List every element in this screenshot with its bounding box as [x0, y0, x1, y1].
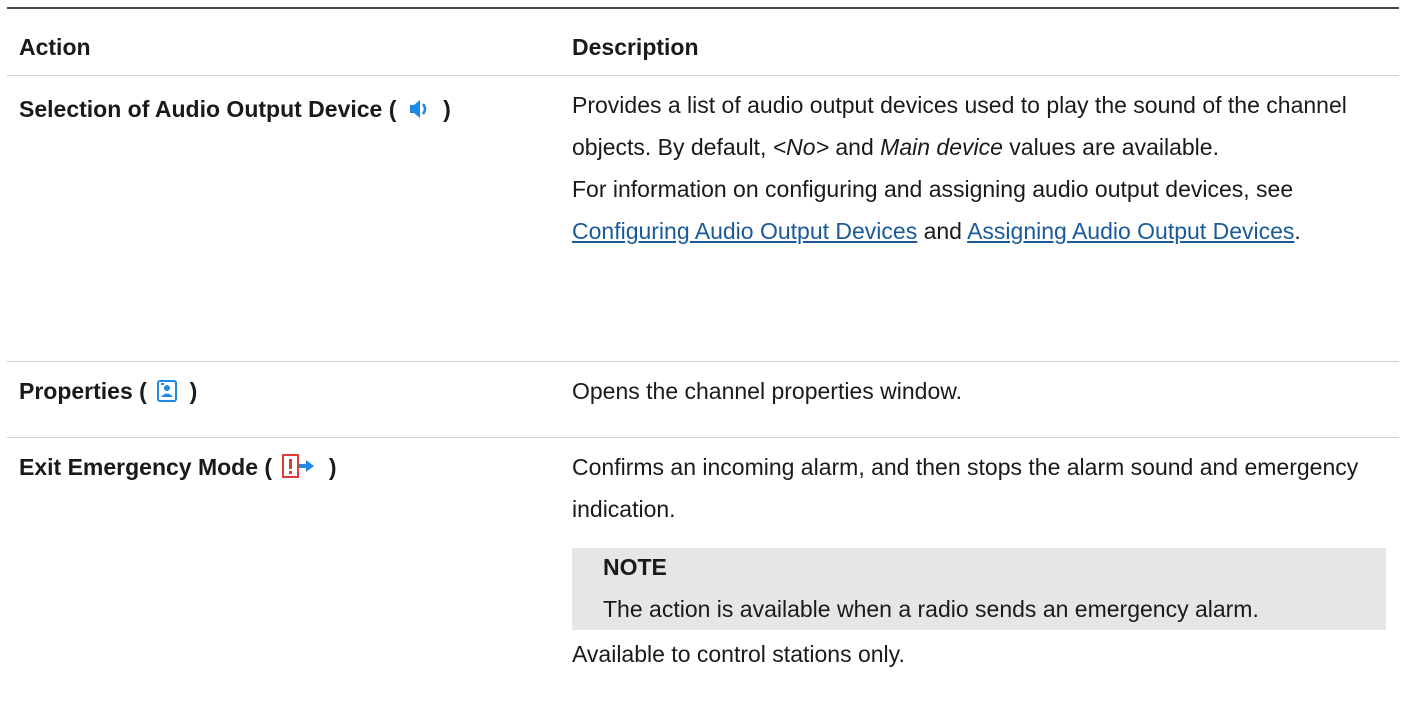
row-divider [7, 361, 1399, 362]
note-title: NOTE [603, 554, 667, 580]
note-box: NOTE The action is available when a radi… [572, 548, 1386, 630]
desc-text: . [1294, 218, 1301, 244]
header-divider [7, 75, 1399, 76]
action-audio-output-label: Selection of Audio Output Device ( [19, 96, 397, 122]
row-divider [7, 437, 1399, 438]
properties-icon [157, 380, 178, 408]
desc-text: For information on configuring and assig… [572, 176, 1294, 202]
header-action: Action [19, 34, 91, 60]
desc-text: values are available. [1002, 134, 1219, 160]
action-properties: Properties ( ) [19, 377, 559, 408]
note-text: The action is available when a radio sen… [603, 596, 1259, 622]
desc-audio-output-p1: Provides a list of audio output devices … [572, 84, 1392, 168]
desc-exit-emergency-footer: Available to control stations only. [572, 641, 905, 667]
action-audio-output-close: ) [443, 96, 451, 122]
desc-properties: Opens the channel properties window. [572, 378, 962, 404]
desc-audio-output: Provides a list of audio output devices … [572, 84, 1392, 252]
action-properties-label: Properties ( [19, 378, 147, 404]
desc-text: and [917, 218, 968, 244]
link-assigning-audio-output-devices[interactable]: Assigning Audio Output Devices [967, 218, 1294, 244]
action-exit-emergency-label: Exit Emergency Mode ( [19, 454, 273, 480]
action-properties-close: ) [189, 378, 198, 404]
desc-audio-output-p2: For information on configuring and assig… [572, 168, 1392, 252]
action-exit-emergency-close: ) [328, 454, 337, 480]
header-description: Description [572, 34, 699, 60]
action-audio-output: Selection of Audio Output Device ( ) [19, 95, 559, 126]
link-configuring-audio-output-devices[interactable]: Configuring Audio Output Devices [572, 218, 917, 244]
desc-main-device: Main device [880, 134, 1003, 160]
desc-no-value: <No> [772, 134, 829, 160]
desc-text: and [829, 134, 881, 160]
desc-exit-emergency: Confirms an incoming alarm, and then sto… [572, 454, 1359, 522]
exit-emergency-icon [282, 454, 316, 484]
speaker-icon [407, 98, 431, 126]
action-exit-emergency: Exit Emergency Mode ( ) [19, 453, 559, 484]
table-top-border [7, 7, 1399, 9]
